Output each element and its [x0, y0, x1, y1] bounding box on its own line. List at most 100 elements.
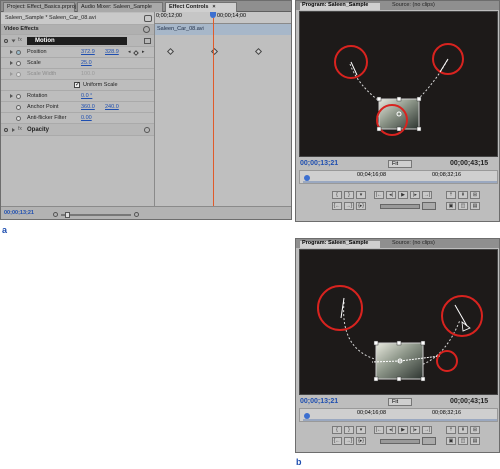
opacity-row[interactable]: fx Opacity — [1, 124, 154, 136]
monitor-b-video-frame[interactable] — [299, 249, 498, 395]
prev-keyframe-icon[interactable]: ◂ — [128, 50, 131, 55]
clip-header: Saleen_Sample * Saleen_Car_08.avi — [1, 13, 154, 25]
monitor-a-video-frame[interactable] — [299, 11, 498, 157]
monitor-b-tab-bar: Program: Saleen_Sample Source: (no clips… — [296, 239, 499, 248]
expand-rotation-icon[interactable] — [10, 94, 13, 98]
play-in-to-out-icon[interactable]: {▸} — [356, 202, 366, 210]
next-edit-icon[interactable]: →| — [422, 191, 432, 199]
go-to-in-icon[interactable]: {← — [332, 202, 342, 210]
zoom-in-icon[interactable] — [134, 212, 139, 217]
tab-close-icon[interactable]: × — [212, 4, 215, 10]
next-edit-icon[interactable]: →| — [422, 426, 432, 434]
monitor-a-current-timecode[interactable]: 00;00;13;21 — [300, 160, 338, 167]
safe-margins-icon[interactable]: ◫ — [458, 202, 468, 210]
position-stopwatch-icon[interactable] — [16, 50, 21, 55]
tab-audio-mixer[interactable]: Audio Mixer: Saleen_Sample — [77, 2, 163, 12]
expand-opacity-icon[interactable] — [12, 128, 15, 132]
position-x-value[interactable]: 372.9 — [81, 49, 95, 56]
lift-icon[interactable]: ⇡ — [446, 191, 456, 199]
jog-disk[interactable] — [422, 202, 436, 210]
mark-in-icon[interactable]: { — [332, 191, 342, 199]
antiflicker-row: Anti-flicker Filter 0.00 — [1, 113, 154, 124]
zoom-out-icon[interactable] — [53, 212, 58, 217]
mark-out-icon[interactable]: } — [344, 426, 354, 434]
antiflicker-stopwatch-icon[interactable] — [16, 116, 21, 121]
monitor-b-current-timecode[interactable]: 00;00;13;21 — [300, 398, 338, 405]
prev-edit-icon[interactable]: |← — [374, 426, 384, 434]
monitor-a-work-area-bar[interactable] — [303, 181, 497, 183]
fx-toggle-icon[interactable] — [4, 39, 8, 43]
keyframe-marker[interactable] — [254, 47, 263, 56]
scale-label: Scale — [27, 60, 41, 66]
output-icon[interactable]: ▤ — [470, 437, 480, 445]
jog-disk[interactable] — [422, 437, 436, 445]
step-back-icon[interactable]: ◂| — [386, 191, 396, 199]
rotation-value[interactable]: 0.0 ° — [81, 93, 92, 100]
rotation-stopwatch-icon[interactable] — [16, 94, 21, 99]
play-icon[interactable]: ▶ — [398, 191, 408, 199]
tab-project-label: Project: Effect_Basics.prproj — [7, 4, 76, 10]
anchor-y-value[interactable]: 240.0 — [105, 104, 119, 111]
set-marker-icon[interactable]: ▾ — [356, 191, 366, 199]
keyframe-marker[interactable] — [166, 47, 175, 56]
anchor-stopwatch-icon[interactable] — [16, 105, 21, 110]
anchor-x-value[interactable]: 360.0 — [81, 104, 95, 111]
extract-icon[interactable]: ⇞ — [458, 426, 468, 434]
monitor-a-time-ruler[interactable]: 00;04;16;08 00;08;32;16 — [299, 170, 498, 184]
export-frame-icon[interactable]: ▣ — [446, 437, 456, 445]
mark-in-icon[interactable]: { — [332, 426, 342, 434]
monitor-b-fit-select[interactable]: Fit — [388, 398, 412, 406]
monitor-a-program-tab[interactable]: Program: Saleen_Sample — [300, 2, 380, 10]
monitor-b-work-area-bar[interactable] — [303, 419, 497, 421]
go-to-out-icon[interactable]: →} — [344, 202, 354, 210]
add-keyframe-icon[interactable] — [133, 50, 139, 56]
go-to-in-icon[interactable]: {← — [332, 437, 342, 445]
monitor-b-time-ruler[interactable]: 00;04;16;08 00;08;32;16 — [299, 408, 498, 422]
export-frame-icon[interactable]: ▣ — [446, 202, 456, 210]
safe-margins-icon[interactable]: ◫ — [458, 437, 468, 445]
section-menu-icon[interactable] — [143, 26, 150, 33]
step-back-icon[interactable]: ◂| — [386, 426, 396, 434]
expand-scale-icon[interactable] — [10, 61, 13, 65]
uniform-scale-checkbox[interactable]: ✓ — [74, 82, 80, 88]
timeline-toggle-icon[interactable] — [144, 15, 152, 22]
monitor-a-fit-select[interactable]: Fit — [388, 160, 412, 168]
expand-motion-icon[interactable] — [11, 39, 16, 43]
tab-project[interactable]: Project: Effect_Basics.prproj — [3, 2, 76, 12]
monitor-b-program-tab[interactable]: Program: Saleen_Sample — [300, 240, 380, 248]
timeline-ruler[interactable]: 0;00;12;00 00;00;14;00 — [155, 12, 291, 24]
motion-row[interactable]: fx Motion — [1, 35, 154, 47]
scale-stopwatch-icon[interactable] — [16, 61, 21, 66]
play-icon[interactable]: ▶ — [398, 426, 408, 434]
shuttle-slider[interactable] — [380, 439, 420, 444]
position-y-value[interactable]: 328.9 — [105, 49, 119, 56]
mark-out-icon[interactable]: } — [344, 191, 354, 199]
next-keyframe-icon[interactable]: ▸ — [142, 50, 145, 55]
timeline-clip-bar[interactable]: Saleen_Car_08.avi — [155, 24, 291, 35]
monitor-a-source-tab[interactable]: Source: (no clips) — [392, 2, 435, 9]
monitor-b-source-tab[interactable]: Source: (no clips) — [392, 240, 435, 247]
clip-thumbnail[interactable] — [378, 98, 420, 130]
trim-icon[interactable]: ⊞ — [470, 191, 480, 199]
opacity-fx-toggle-icon[interactable] — [4, 128, 8, 132]
zoom-slider-thumb[interactable] — [65, 212, 70, 218]
set-marker-icon[interactable]: ▾ — [356, 426, 366, 434]
shuttle-slider[interactable] — [380, 204, 420, 209]
trim-icon[interactable]: ⊞ — [470, 426, 480, 434]
lift-icon[interactable]: ⇡ — [446, 426, 456, 434]
tab-effect-controls[interactable]: Effect Controls × — [165, 2, 237, 12]
prev-edit-icon[interactable]: |← — [374, 191, 384, 199]
footer-timecode[interactable]: 00;00;13;21 — [4, 210, 34, 217]
scale-value[interactable]: 25.0 — [81, 60, 92, 67]
expand-position-icon[interactable] — [10, 50, 13, 54]
output-icon[interactable]: ▤ — [470, 202, 480, 210]
opacity-reset-icon[interactable] — [144, 127, 150, 133]
go-to-out-icon[interactable]: →} — [344, 437, 354, 445]
extract-icon[interactable]: ⇞ — [458, 191, 468, 199]
antiflicker-value[interactable]: 0.00 — [81, 115, 92, 122]
step-forward-icon[interactable]: |▸ — [410, 191, 420, 199]
zoom-slider[interactable] — [61, 214, 131, 216]
step-forward-icon[interactable]: |▸ — [410, 426, 420, 434]
motion-transform-icon[interactable] — [144, 38, 151, 44]
play-in-to-out-icon[interactable]: {▸} — [356, 437, 366, 445]
